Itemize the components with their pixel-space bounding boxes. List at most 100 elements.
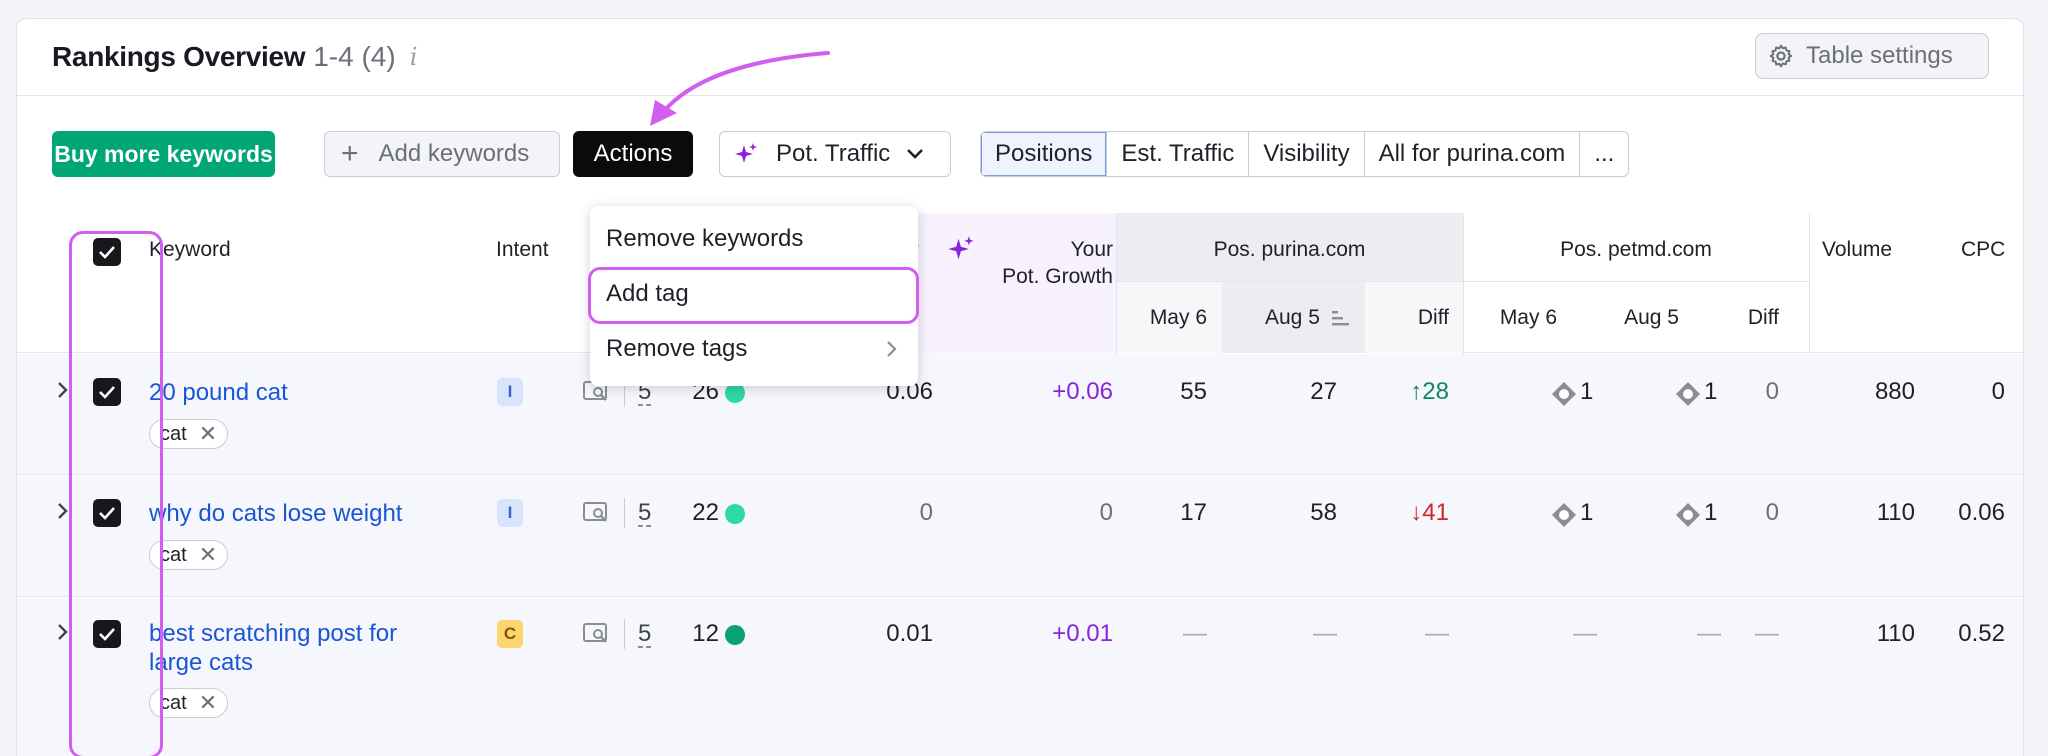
actions-button[interactable]: Actions: [573, 131, 693, 177]
purina-may6-value: 55: [1180, 378, 1207, 405]
col-purina-may6[interactable]: May 6: [1127, 306, 1207, 330]
info-icon[interactable]: i: [410, 43, 418, 71]
col-intent[interactable]: Intent: [496, 238, 549, 262]
keyword-link-line2[interactable]: large cats: [149, 648, 253, 677]
purina-may6-value: 17: [1180, 499, 1207, 526]
purina-diff-value: ↑28: [1372, 378, 1449, 406]
close-icon[interactable]: ✕: [199, 421, 217, 447]
close-icon[interactable]: ✕: [199, 542, 217, 568]
kd-dot: [725, 504, 745, 524]
expand-icon[interactable]: [57, 381, 69, 405]
tag-label: cat: [160, 543, 187, 566]
expand-icon[interactable]: [57, 623, 69, 647]
close-icon[interactable]: ✕: [199, 690, 217, 716]
tag-label: cat: [160, 422, 187, 445]
title-text: Rankings Overview: [52, 41, 306, 72]
serp-feature-icon: [1676, 503, 1700, 527]
expand-icon[interactable]: [57, 502, 69, 526]
tag-label: cat: [160, 691, 187, 714]
kd-dot: [725, 383, 745, 403]
petmd-diff-value: —: [1755, 620, 1779, 647]
segment-visibility[interactable]: Visibility: [1248, 132, 1363, 176]
volume-value: 110: [1876, 499, 1915, 526]
segment-est-traffic[interactable]: Est. Traffic: [1106, 132, 1248, 176]
volume-value: 880: [1874, 378, 1915, 405]
petmd-may6-value: —: [1573, 620, 1597, 647]
purina-diff-value: —: [1425, 620, 1449, 647]
add-keywords-button[interactable]: + Add keywords: [324, 131, 560, 177]
col-group-petmd: Pos. petmd.com: [1560, 238, 1712, 261]
menu-item-remove-tags[interactable]: Remove tags: [606, 335, 747, 363]
intent-badge: C: [497, 620, 523, 648]
col-volume[interactable]: Volume: [1822, 238, 1892, 262]
plus-icon: +: [341, 137, 359, 170]
pot-growth-value: 0: [1099, 499, 1113, 526]
cpc-value: 0: [1991, 378, 2005, 405]
purina-aug5-value: —: [1313, 620, 1337, 647]
cell-divider: [624, 498, 625, 528]
serp-results-count[interactable]: 5: [638, 622, 652, 648]
sort-icon: [1332, 311, 1349, 326]
col-purina-diff[interactable]: Diff: [1377, 306, 1449, 330]
keyword-link[interactable]: best scratching post for: [149, 619, 397, 648]
segment-more[interactable]: ...: [1579, 132, 1628, 176]
col-petmd-may6[interactable]: May 6: [1477, 306, 1557, 330]
card-header: Rankings Overview 1-4 (4) i Table settin…: [17, 19, 2023, 96]
pot-traffic-dropdown[interactable]: Pot. Traffic: [719, 131, 951, 177]
intent-badge: I: [497, 499, 523, 527]
purina-may6-value: —: [1183, 620, 1207, 647]
petmd-aug5-value: 1: [1704, 378, 1718, 405]
table-row: [17, 354, 2023, 475]
petmd-may6-value: 1: [1580, 378, 1594, 405]
serp-icon[interactable]: [582, 622, 610, 646]
chevron-right-icon: [887, 341, 897, 357]
intent-badge: I: [497, 378, 523, 406]
arrow-down-icon: ↓: [1410, 499, 1423, 526]
result-range: 1-4 (4): [313, 41, 396, 72]
cpc-value: 0.06: [1958, 499, 2005, 526]
cell-divider: [624, 619, 625, 649]
petmd-may6-value: 1: [1580, 499, 1594, 526]
kd-dot: [725, 625, 745, 645]
sparkle-icon: [735, 143, 757, 163]
table-settings-button[interactable]: Table settings: [1755, 33, 1989, 79]
diff-number: 41: [1422, 499, 1449, 526]
serp-results-count[interactable]: 5: [638, 501, 652, 527]
pot-growth-value: +0.01: [1052, 620, 1113, 647]
col-petmd-aug5[interactable]: Aug 5: [1599, 306, 1679, 330]
traffic-value: 0.01: [886, 620, 933, 647]
col-group-purina: Pos. purina.com: [1213, 238, 1366, 261]
keyword-link[interactable]: why do cats lose weight: [149, 499, 402, 528]
petmd-diff-value: 0: [1765, 378, 1779, 405]
checkbox-column-highlight: [69, 231, 163, 756]
serp-icon[interactable]: [582, 501, 610, 525]
serp-feature-icon: [1552, 503, 1576, 527]
col-purina-aug5[interactable]: Aug 5: [1265, 306, 1320, 330]
segment-positions[interactable]: Positions: [981, 132, 1107, 176]
col-petmd-diff[interactable]: Diff: [1707, 306, 1779, 330]
purina-aug5-value: 27: [1310, 378, 1337, 405]
volume-value: 110: [1876, 620, 1915, 647]
table-row: [17, 476, 2023, 597]
keyword-link[interactable]: 20 pound cat: [149, 378, 288, 407]
diff-number: 28: [1422, 378, 1449, 405]
table-settings-label: Table settings: [1806, 42, 1953, 69]
buy-more-keywords-button[interactable]: Buy more keywords: [52, 131, 275, 177]
rankings-card: Rankings Overview 1-4 (4) i Table settin…: [16, 18, 2024, 756]
serp-feature-icon: [1552, 382, 1576, 406]
sparkle-icon: [948, 236, 974, 260]
pot-growth-value: +0.06: [1052, 378, 1113, 405]
purina-diff-value: ↓41: [1372, 499, 1449, 527]
add-tag-highlight: [588, 267, 919, 324]
col-cpc[interactable]: CPC: [1961, 238, 2005, 262]
purina-aug5-value: 58: [1310, 499, 1337, 526]
menu-item-remove-keywords[interactable]: Remove keywords: [606, 225, 803, 253]
add-keywords-label: Add keywords: [378, 140, 530, 167]
kd-value: 22: [692, 499, 719, 526]
segment-all-for-purina[interactable]: All for purina.com: [1363, 132, 1580, 176]
col-pot-growth-line1[interactable]: Your: [977, 238, 1113, 262]
page-title: Rankings Overview 1-4 (4) i: [52, 41, 417, 73]
cpc-value: 0.52: [1958, 620, 2005, 647]
col-pot-growth-line2: Pot. Growth: [1002, 265, 1113, 288]
gear-icon: [1769, 44, 1793, 68]
